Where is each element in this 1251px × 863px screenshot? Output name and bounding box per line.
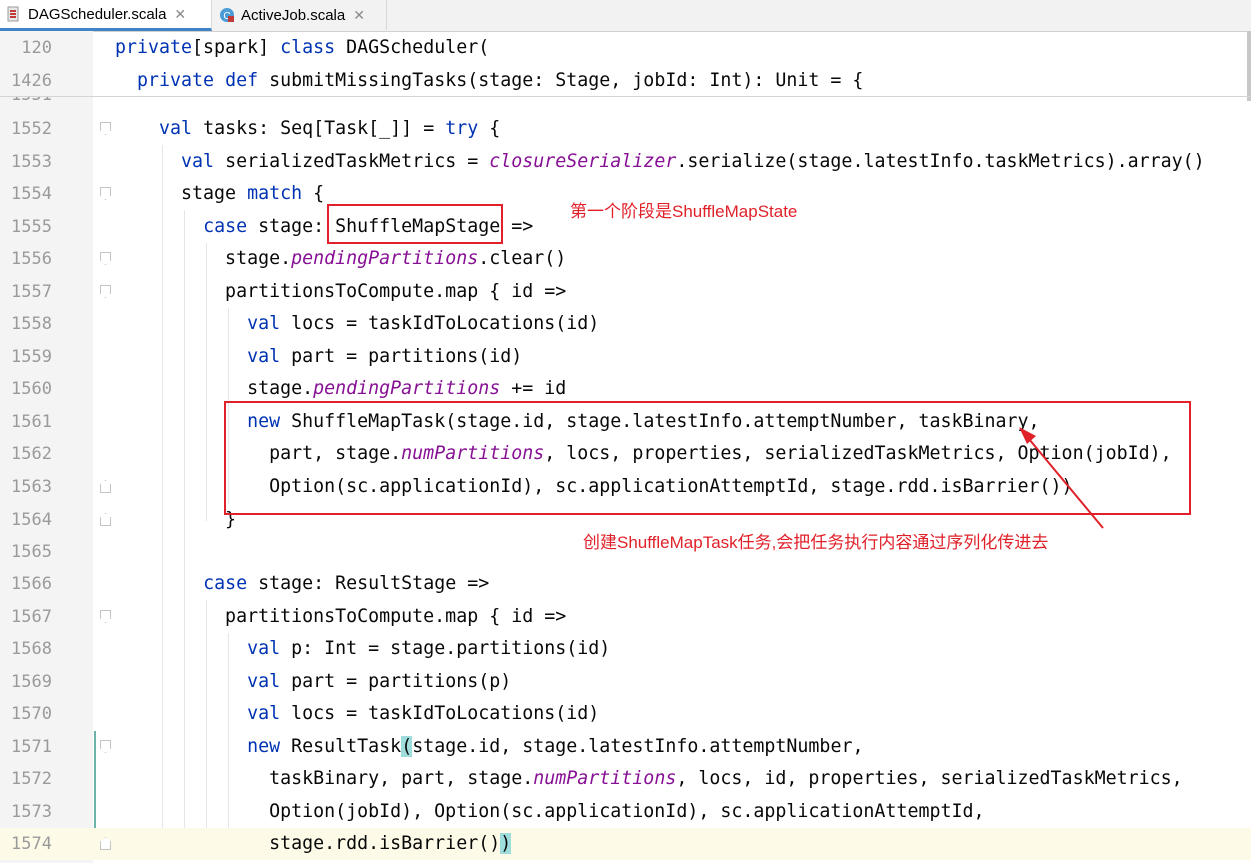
annotation-arrow — [1019, 427, 1104, 529]
